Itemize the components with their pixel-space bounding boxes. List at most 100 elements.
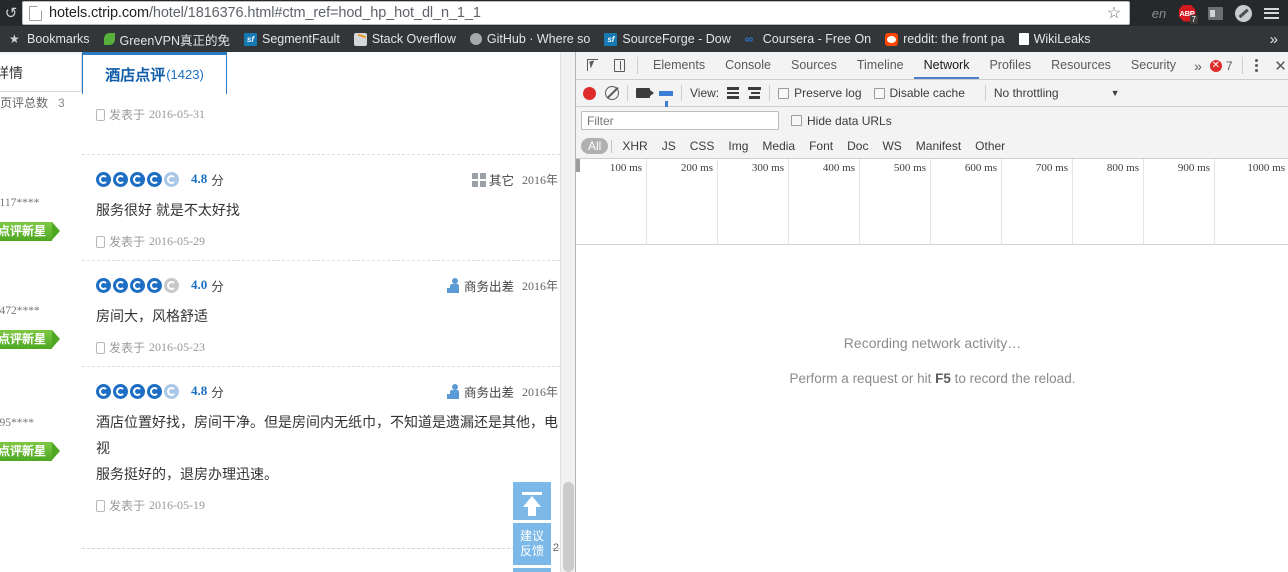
review-date: 发表于 2016-05-23 (96, 339, 560, 356)
review-year: 2016年 (521, 385, 558, 399)
network-timeline-ruler[interactable]: 100 ms 200 ms 300 ms 400 ms 500 ms 600 m… (576, 159, 1288, 245)
bookmark-item-sourceforge[interactable]: sf SourceForge - Dow (597, 28, 737, 50)
record-button[interactable] (583, 86, 596, 100)
bookmark-item-github[interactable]: GitHub · Where so (463, 28, 598, 50)
chrome-menu-button[interactable] (1258, 1, 1284, 25)
bookmark-item-wikileaks[interactable]: WikiLeaks (1012, 28, 1098, 50)
camera-icon[interactable] (636, 88, 654, 98)
type-filter-media[interactable]: Media (755, 138, 802, 154)
close-devtools-button[interactable]: ✕ (1269, 57, 1288, 75)
bookmark-item-bookmarks[interactable]: ★ Bookmarks (2, 28, 97, 50)
funnel-icon[interactable] (659, 90, 673, 107)
date-prefix: 发表于 (109, 341, 146, 355)
webpage-viewport: 店详情 酒店点评 (1423) 页评总数3 37117**** 点评新星 174… (0, 52, 575, 572)
inspect-element-icon[interactable] (580, 53, 606, 79)
timeline-tick: 1000 ms (1247, 162, 1285, 174)
throttling-select[interactable]: No throttling (994, 86, 1059, 100)
tab-timeline[interactable]: Timeline (847, 52, 914, 79)
clear-icon[interactable] (605, 86, 619, 100)
page-scrollbar[interactable] (560, 52, 575, 572)
rating-stars (96, 171, 179, 187)
waterfall-view-icon[interactable] (748, 87, 762, 99)
list-view-icon[interactable] (727, 87, 740, 99)
date-prefix: 发表于 (109, 235, 146, 249)
timeline-tick: 200 ms (680, 162, 713, 174)
type-filter-doc[interactable]: Doc (840, 138, 875, 154)
tab-network[interactable]: Network (913, 52, 980, 79)
type-filter-all[interactable]: All (581, 138, 609, 154)
star-icon: ★ (9, 31, 20, 46)
date-value: 2016-05-19 (149, 498, 206, 512)
timeline-tick: 300 ms (751, 162, 784, 174)
tab-resources[interactable]: Resources (1041, 52, 1121, 79)
adblock-extension-button[interactable]: ABP 7 (1174, 1, 1200, 25)
recording-hint: Perform a request or hit F5 to record th… (576, 371, 1288, 386)
review-date: 发表于 2016-05-29 (96, 233, 560, 250)
hide-data-urls-checkbox[interactable] (791, 115, 802, 126)
translate-extension-button[interactable]: en (1146, 1, 1172, 25)
review-user-id: 0695**** (0, 417, 34, 429)
timeline-tick: 600 ms (964, 162, 997, 174)
tab-profiles[interactable]: Profiles (979, 52, 1041, 79)
device-toolbar-icon[interactable] (606, 53, 632, 79)
devtools-panel: Elements Console Sources Timeline Networ… (575, 52, 1288, 572)
type-filter-img[interactable]: Img (721, 138, 755, 154)
type-filter-manifest[interactable]: Manifest (909, 138, 968, 154)
review-trip-type: 其它 (488, 174, 514, 188)
tab-hotel-detail[interactable]: 店详情 (0, 52, 82, 92)
reload-button[interactable]: ↺ (0, 0, 22, 26)
extension-button-circle[interactable] (1230, 1, 1256, 25)
type-filter-js[interactable]: JS (655, 138, 683, 154)
more-tabs-button[interactable]: » (1186, 58, 1210, 74)
review-item: 4.8 分 商务出差 2016年 酒店位置好找，房间干净。但是房间内无纸巾，不知… (82, 366, 560, 524)
rating-stars (96, 383, 179, 399)
hint-key: F5 (935, 371, 951, 386)
address-bar[interactable]: hotels.ctrip.com/hotel/1816376.html#ctm_… (22, 1, 1130, 25)
bookmark-star-icon[interactable]: ☆ (1105, 5, 1123, 23)
disable-cache-checkbox[interactable] (873, 87, 885, 99)
type-filter-ws[interactable]: WS (875, 138, 908, 154)
sourceforge-icon: sf (604, 32, 618, 46)
chrome-actions: en ABP 7 (1146, 0, 1284, 26)
devtools-menu-button[interactable] (1248, 59, 1266, 72)
grid-icon (471, 172, 486, 187)
review-item-partial: . . . . . . . . . . . . . . . . . . . . … (82, 106, 560, 154)
scroll-to-top-button[interactable] (513, 482, 551, 520)
review-score-unit: 分 (211, 173, 224, 188)
scrollbar-thumb[interactable] (563, 482, 574, 572)
bookmark-item-greenvpn[interactable]: GreenVPN真正的免 (97, 28, 237, 50)
abp-count-badge: 7 (1189, 15, 1198, 24)
tab-elements[interactable]: Elements (643, 52, 715, 79)
bookmark-item-coursera[interactable]: ∞ Coursera - Free On (738, 28, 878, 50)
filter-input[interactable] (581, 111, 779, 130)
bookmarks-overflow-button[interactable]: » (1262, 31, 1286, 48)
bookmark-label: GreenVPN真正的免 (119, 33, 230, 48)
tab-hotel-reviews[interactable]: 酒店点评 (1423) (82, 52, 227, 94)
tab-console[interactable]: Console (715, 52, 781, 79)
type-filter-css[interactable]: CSS (683, 138, 722, 154)
timeline-tick: 100 ms (609, 162, 642, 174)
url-path: /hotel/1816376.html#ctm_ref=hod_hp_hot_d… (148, 5, 481, 21)
review-list: . . . . . . . . . . . . . . . . . . . . … (82, 92, 560, 544)
review-text: 房间大，风格舒适 (96, 308, 208, 324)
document-icon (29, 5, 42, 21)
review-trip-type: 商务出差 (463, 280, 514, 294)
preserve-log-checkbox[interactable] (778, 87, 790, 99)
feedback-button[interactable]: 建议 反馈 (513, 523, 551, 565)
tab-review-count: (1423) (166, 67, 204, 82)
online-service-button[interactable]: 在线 (513, 568, 551, 572)
extension-button-grey[interactable] (1202, 1, 1228, 25)
chevron-down-icon[interactable]: ▼ (1111, 88, 1120, 98)
review-user-tag: 点评新星 (0, 442, 61, 461)
bookmark-item-reddit[interactable]: reddit: the front pa (878, 28, 1011, 50)
review-user-id: 17472**** (0, 305, 40, 317)
type-filter-other[interactable]: Other (968, 138, 1012, 154)
tab-sources[interactable]: Sources (781, 52, 847, 79)
bookmark-item-segmentfault[interactable]: sf SegmentFault (237, 28, 347, 50)
type-filter-font[interactable]: Font (802, 138, 840, 154)
bookmark-item-stackoverflow[interactable]: Stack Overflow (347, 28, 463, 50)
tab-security[interactable]: Security (1121, 52, 1186, 79)
type-filter-xhr[interactable]: XHR (615, 138, 654, 154)
bookmark-label: SegmentFault (261, 32, 340, 46)
error-count-badge[interactable]: ✕ 7 (1209, 59, 1237, 73)
